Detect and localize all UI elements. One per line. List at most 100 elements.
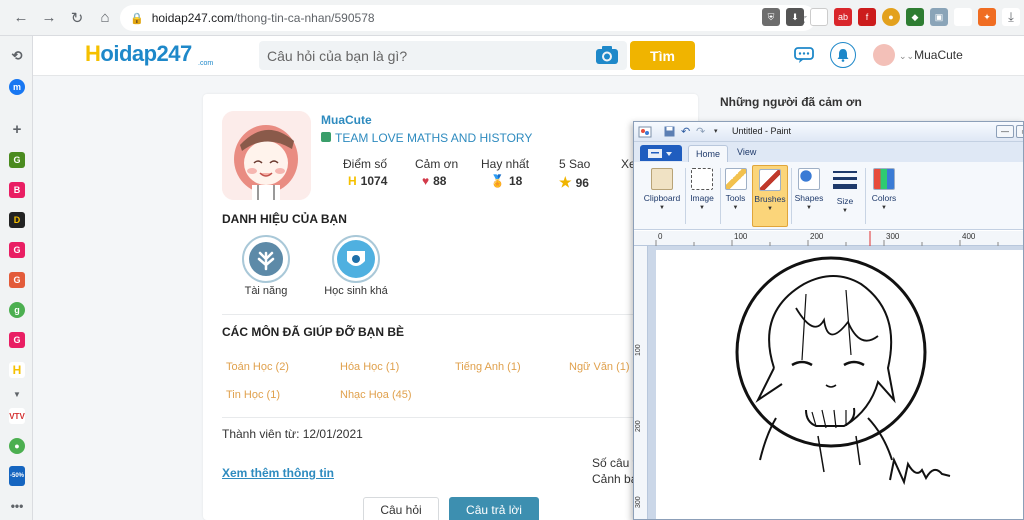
shield-badge-icon [332,235,380,283]
sidebar-app-g4-icon[interactable]: g [9,302,25,318]
paint-canvas[interactable] [656,250,1023,519]
extension-cube-icon[interactable]: ◆ [906,8,924,26]
team-icon [321,132,331,142]
subject-chemistry[interactable]: Hóa Học (1) [340,361,399,373]
camera-icon[interactable] [595,45,619,65]
extension-chrome-icon[interactable]: ● [882,8,900,26]
colors-icon [873,168,895,190]
stat-points: H 1074 [348,174,388,188]
search-button[interactable]: Tìm [630,41,695,70]
size-group[interactable]: Size ▼ [830,165,860,227]
chevron-down-icon: ▼ [881,205,887,211]
ruler-label: 300 [886,232,900,241]
stat-label-points: Điểm số [343,157,388,171]
messenger-icon[interactable]: m [9,79,25,95]
paint-app-icon [638,126,652,138]
image-group[interactable]: Image ▼ [687,165,717,227]
chevron-down-icon[interactable]: ▼ [9,386,25,402]
chat-icon[interactable] [791,42,817,68]
maximize-icon[interactable]: ▭ [1016,125,1023,138]
colors-group[interactable]: Colors ▼ [869,165,899,227]
forward-icon[interactable]: → [36,5,62,31]
save-icon[interactable] [664,126,675,137]
clipboard-group[interactable]: Clipboard ▼ [642,165,682,227]
back-icon[interactable]: ← [8,5,34,31]
colors-label: Colors [871,193,897,203]
site-logo[interactable]: Hoidap247 [85,41,192,67]
paint-title: Untitled - Paint [732,126,792,136]
brushes-group[interactable]: Brushes ▼ [752,165,788,227]
extension-shield-icon[interactable]: ⛨ [762,8,780,26]
select-icon [691,168,713,190]
tab-view[interactable]: View [737,147,756,157]
sidebar-app-d-icon[interactable]: D [9,212,25,228]
lock-icon: 🔒 [130,12,144,25]
subject-english[interactable]: Tiếng Anh (1) [455,361,521,373]
subject-informatics[interactable]: Tin Học (1) [226,389,280,401]
reload-icon[interactable]: ↻ [64,5,90,31]
tab-questions[interactable]: Câu hỏi [363,497,439,520]
ruler-label: 200 [810,232,824,241]
minimize-icon[interactable]: — [996,125,1014,138]
paint-titlebar[interactable]: ↶ ↷ ▾ Untitled - Paint — ▭ [634,122,1023,142]
profile-username[interactable]: MuaCute [321,113,372,127]
divider [685,168,686,224]
tools-group[interactable]: Tools ▼ [722,165,749,227]
extension-flash-icon[interactable]: f [858,8,876,26]
extension-abp-icon[interactable]: ab [834,8,852,26]
profile-team[interactable]: TEAM LOVE MATHS AND HISTORY [335,131,532,145]
redo-icon[interactable]: ↷ [696,125,705,138]
sidebar-app-chat-icon[interactable]: ● [9,438,25,454]
extension-download-icon[interactable]: ⬇ [786,8,804,26]
ruler-label: 100 [635,344,642,356]
warning-label: Cảnh bá [592,472,638,486]
extension-puzzle-icon[interactable]: ✦ [978,8,996,26]
downloads-icon[interactable]: ⤓ [1002,8,1020,26]
size-label: Size [836,196,854,206]
more-info-link[interactable]: Xem thêm thông tin [222,466,334,480]
titles-heading: DANH HIỆU CỦA BẠN [222,212,347,226]
tab-answers[interactable]: Câu trả lời [449,497,539,520]
home-icon[interactable]: ⌂ [92,5,118,31]
site-header: Hoidap247 .com Câu hỏi của bạn là gì? Tì… [33,36,1024,76]
shapes-group[interactable]: Shapes ▼ [794,165,824,227]
bell-icon[interactable] [830,42,856,68]
ruler-label: 0 [658,232,663,241]
search-input[interactable]: Câu hỏi của bạn là gì? [259,41,627,70]
subject-literature[interactable]: Ngữ Văn (1) [569,361,630,373]
ruler-label: 300 [635,496,642,508]
stat-label-thanks: Cảm ơn [415,157,459,171]
header-username[interactable]: ⌄⌄MuaCute [899,48,963,62]
line-size-icon [833,171,857,189]
ruler-label: 200 [635,420,642,432]
divider [865,168,866,224]
medal-icon: 🏅 [490,174,505,188]
chevron-down-icon: ▼ [732,205,739,211]
brush-icon [759,169,781,191]
tab-home[interactable]: Home [688,145,729,162]
browser-toolbar: ← → ↻ ⌂ 🔒 hoidap247.com /thong-tin-ca-nh… [0,0,1024,36]
quick-access-dropdown-icon[interactable]: ▾ [714,127,718,135]
address-bar[interactable]: 🔒 hoidap247.com /thong-tin-ca-nhan/59057… [120,5,816,31]
extension-screen-icon[interactable]: ▣ [930,8,948,26]
add-icon[interactable]: + [9,121,25,138]
profile-avatar [222,111,311,200]
sidebar-app-hoidap-icon[interactable]: H [9,362,25,378]
sidebar-app-g2-icon[interactable]: G [9,242,25,258]
subject-math[interactable]: Toán Học (2) [226,361,289,373]
subject-music-art[interactable]: Nhạc Họa (45) [340,389,412,401]
paint-file-menu[interactable] [640,145,682,161]
more-icon[interactable]: ••• [9,498,25,514]
sidebar-app-g1-icon[interactable]: G [9,152,25,168]
sidebar-app-b-icon[interactable]: B [9,182,25,198]
ruler-label: 100 [734,232,748,241]
sidebar-app-vtv-icon[interactable]: VTV [9,408,25,424]
undo-icon[interactable]: ↶ [681,125,690,138]
sidebar-app-g3-icon[interactable]: G [9,272,25,288]
horizontal-ruler: 0 100 200 300 400 [634,231,1023,246]
avatar[interactable] [873,44,895,66]
sidebar-app-g5-icon[interactable]: G [9,332,25,348]
history-icon[interactable]: ⟲ [9,48,25,64]
answer-count-label: Số câu t [592,456,637,470]
sidebar-app-sale-icon[interactable]: -50% [9,466,25,486]
